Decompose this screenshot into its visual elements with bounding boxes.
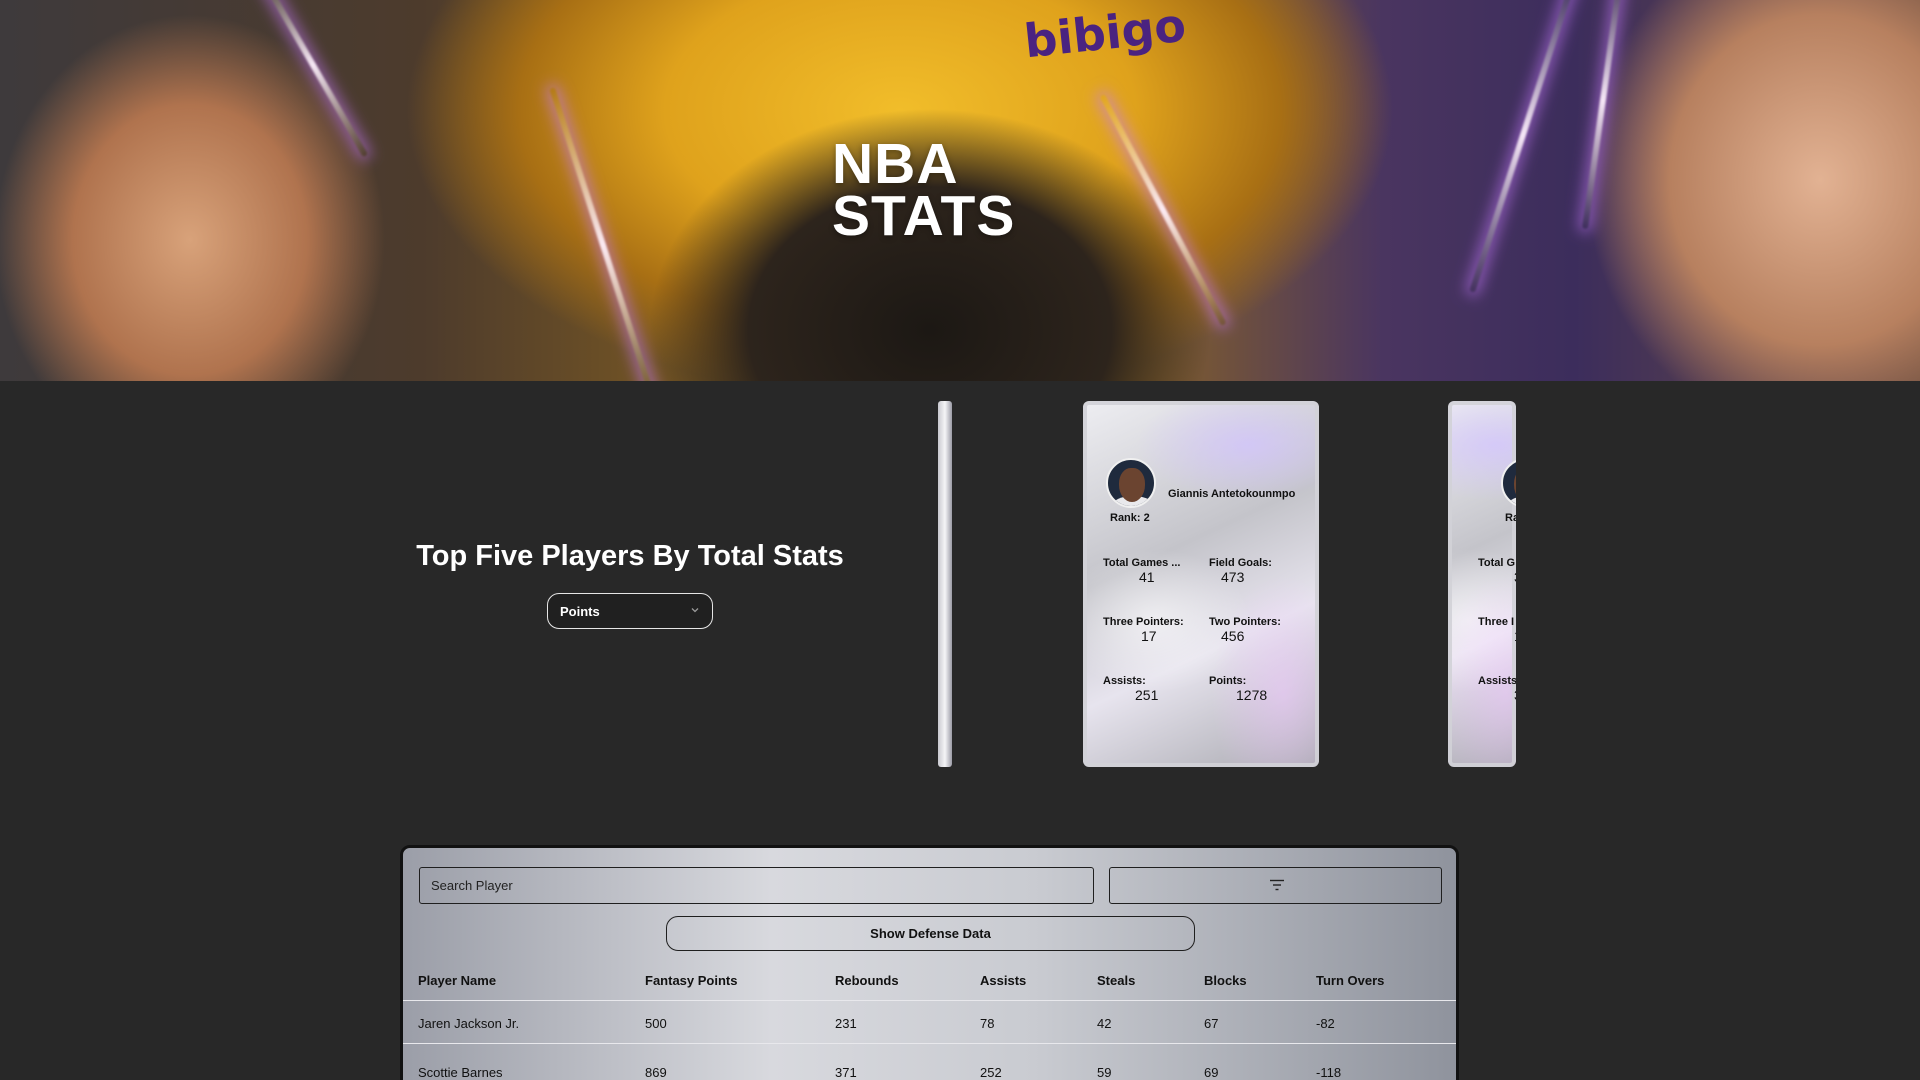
top-five-heading: Top Five Players By Total Stats [416,540,844,572]
light-streak [1099,93,1227,327]
cell-assists: 78 [980,1016,995,1031]
column-header-fantasy-points[interactable]: Fantasy Points [645,973,737,988]
player-avatar [1501,458,1516,508]
light-streak [549,87,657,381]
light-streak [1581,0,1625,230]
table-header: Player Name Fantasy Points Rebounds Assi… [403,961,1456,1001]
next-player-card[interactable]: Ra Total G 3 Three I 1 Assists 3 [1448,401,1516,767]
player-stats-panel: Show Defense Data Player Name Fantasy Po… [400,845,1459,1080]
cell-steals: 42 [1097,1016,1112,1031]
hero-banner: bibigo NBA STATS [0,0,1920,381]
jersey-sponsor-text: bibigo [1021,0,1189,69]
table-row[interactable]: Scottie Barnes 869 371 252 59 69 -118 [403,1053,1456,1080]
cell-rebounds: 231 [835,1016,857,1031]
cell-blocks: 69 [1204,1065,1219,1080]
show-defense-data-button[interactable]: Show Defense Data [666,916,1195,951]
stat-select-value: Points [560,603,600,619]
column-header-player-name[interactable]: Player Name [418,973,496,988]
page-title-line1: NBA [832,132,959,196]
cell-assists: 252 [980,1065,1002,1080]
cell-rebounds: 371 [835,1065,857,1080]
filter-icon [1270,879,1284,891]
stat-points: Points: 1278 [1209,675,1268,703]
cell-fantasy-points: 500 [645,1016,667,1031]
previous-player-card-edge[interactable] [938,401,952,767]
column-header-blocks[interactable]: Blocks [1204,973,1247,988]
column-header-rebounds[interactable]: Rebounds [835,973,899,988]
stat-select-dropdown[interactable]: Points [547,593,713,629]
player-rank: Ra [1505,512,1516,524]
filter-button[interactable] [1109,867,1442,904]
cell-blocks: 67 [1204,1016,1219,1031]
stat-total-games: Total Games ... 41 [1103,557,1181,585]
stat-three-pointers: Three Pointers: 17 [1103,616,1184,644]
cell-turn-overs: -82 [1316,1016,1335,1031]
page-title: NBA STATS [832,132,1016,248]
page-title-line2: STATS [832,184,1016,248]
cell-turn-overs: -118 [1316,1065,1342,1080]
search-player-input[interactable] [419,867,1094,904]
stat-assists: Assists 3 [1478,675,1516,703]
column-header-assists[interactable]: Assists [980,973,1026,988]
chevron-down-icon [691,608,699,613]
light-streak [1469,0,1577,293]
stat-assists: Assists: 251 [1103,675,1159,703]
cell-player-name: Scottie Barnes [418,1065,503,1080]
cell-fantasy-points: 869 [645,1065,667,1080]
player-name: Giannis Antetokounmpo [1168,488,1296,500]
table-row[interactable]: Jaren Jackson Jr. 500 231 78 42 67 -82 [403,1004,1456,1044]
player-card[interactable]: Giannis Antetokounmpo Rank: 2 Total Game… [1083,401,1319,767]
stat-field-goals: Field Goals: 473 [1209,557,1272,585]
cell-steals: 59 [1097,1065,1112,1080]
column-header-steals[interactable]: Steals [1097,973,1135,988]
stat-total-games: Total G 3 [1478,557,1516,585]
column-header-turn-overs[interactable]: Turn Overs [1316,973,1384,988]
stat-three-pointers: Three I 1 [1478,616,1516,644]
player-avatar [1106,458,1156,508]
cell-player-name: Jaren Jackson Jr. [418,1016,520,1031]
light-streak [257,0,369,158]
player-rank: Rank: 2 [1110,512,1150,524]
stat-two-pointers: Two Pointers: 456 [1209,616,1281,644]
